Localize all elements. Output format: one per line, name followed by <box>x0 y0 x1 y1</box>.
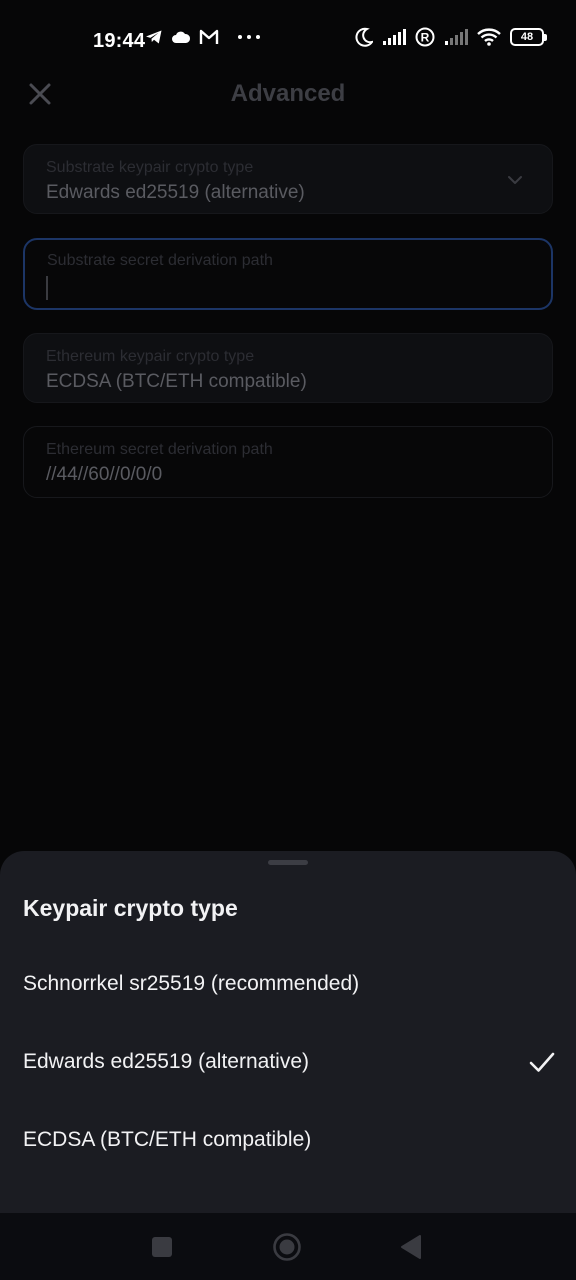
page-title: Advanced <box>230 80 346 107</box>
svg-text:R: R <box>421 31 430 45</box>
crypto-type-bottom-sheet: Keypair crypto type Schnorrkel sr25519 (… <box>0 851 576 1213</box>
field-label: Substrate secret derivation path <box>47 252 273 269</box>
status-left-icons <box>145 29 261 45</box>
field-value: Edwards ed25519 (alternative) <box>46 182 305 203</box>
option-ecdsa[interactable]: ECDSA (BTC/ETH compatible) <box>0 1105 576 1175</box>
gmail-icon <box>199 29 219 44</box>
back-button[interactable] <box>398 1233 426 1261</box>
signal-icon <box>445 29 468 45</box>
ethereum-crypto-type-field[interactable]: Ethereum keypair crypto type ECDSA (BTC/… <box>23 333 553 403</box>
sheet-title: Keypair crypto type <box>23 895 238 921</box>
field-value: //44//60//0/0/0 <box>46 464 163 485</box>
option-schnorrkel-sr25519[interactable]: Schnorrkel sr25519 (recommended) <box>0 949 576 1019</box>
home-button[interactable] <box>272 1232 302 1262</box>
status-right-icons: R 48 <box>355 27 547 47</box>
moon-icon <box>355 27 373 47</box>
status-time: 19:44 <box>93 30 146 52</box>
option-label: ECDSA (BTC/ETH compatible) <box>23 1128 312 1151</box>
status-bar: 19:44 R 48 <box>0 0 576 80</box>
option-label: Edwards ed25519 (alternative) <box>23 1050 310 1073</box>
ethereum-derivation-path-input[interactable]: Ethereum secret derivation path //44//60… <box>23 426 553 498</box>
battery-indicator: 48 <box>510 28 547 46</box>
home-icon <box>273 1233 301 1261</box>
field-label: Ethereum secret derivation path <box>46 441 273 458</box>
substrate-crypto-type-select[interactable]: Substrate keypair crypto type Edwards ed… <box>23 144 553 214</box>
field-label: Ethereum keypair crypto type <box>46 348 255 365</box>
cloud-icon <box>172 31 191 43</box>
more-dots-icon <box>238 35 260 39</box>
field-label: Substrate keypair crypto type <box>46 159 254 176</box>
wifi-icon <box>477 28 501 46</box>
chevron-down-icon <box>508 176 522 184</box>
option-label: Schnorrkel sr25519 (recommended) <box>23 972 360 995</box>
battery-level: 48 <box>520 31 534 43</box>
telegram-icon <box>146 30 162 44</box>
field-value: ECDSA (BTC/ETH compatible) <box>46 371 307 392</box>
back-icon <box>401 1235 421 1259</box>
signal-icon <box>383 29 406 45</box>
registered-icon: R <box>415 27 435 47</box>
checkmark-icon <box>529 1052 555 1072</box>
recents-icon <box>152 1237 172 1257</box>
text-caret <box>46 276 48 300</box>
recents-button[interactable] <box>148 1233 176 1261</box>
substrate-derivation-path-input[interactable]: Substrate secret derivation path <box>23 238 553 310</box>
system-nav-bar <box>0 1213 576 1280</box>
option-edwards-ed25519[interactable]: Edwards ed25519 (alternative) <box>0 1027 576 1097</box>
sheet-drag-handle[interactable] <box>268 860 308 865</box>
